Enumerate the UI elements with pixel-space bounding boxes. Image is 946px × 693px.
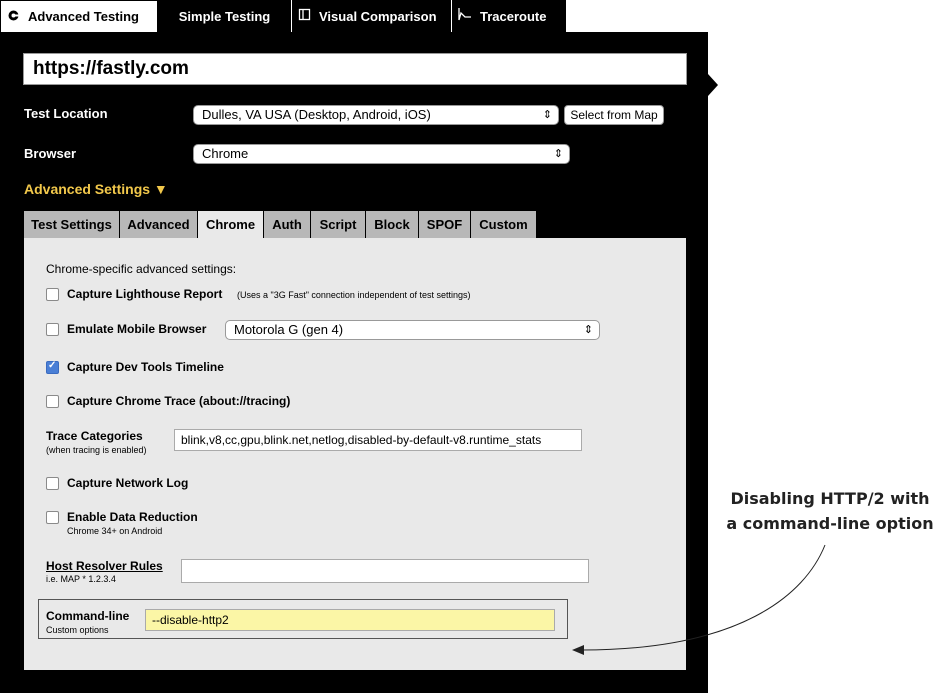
tab-script[interactable]: Script	[311, 211, 366, 238]
tab-spof[interactable]: SPOF	[419, 211, 471, 238]
tab-test-settings[interactable]: Test Settings	[24, 211, 120, 238]
chrome-settings-heading: Chrome-specific advanced settings:	[46, 262, 237, 276]
lighthouse-label: Capture Lighthouse Report	[67, 287, 223, 301]
tab-auth[interactable]: Auth	[264, 211, 311, 238]
trace-categories-label: Trace Categories	[46, 429, 143, 443]
tab-label: Traceroute	[480, 8, 547, 24]
tab-label: Simple Testing	[178, 8, 271, 24]
advanced-settings-toggle[interactable]: Advanced Settings ▼	[24, 181, 168, 197]
trace-icon	[458, 8, 472, 24]
command-line-note: Custom options	[46, 625, 109, 635]
mobile-device-select[interactable]: Motorola G (gen 4) ⇕	[225, 320, 600, 340]
trace-categories-note: (when tracing is enabled)	[46, 445, 147, 455]
chrome-trace-checkbox[interactable]	[46, 395, 59, 408]
command-line-input[interactable]: --disable-http2	[145, 609, 555, 631]
chrome-trace-label: Capture Chrome Trace (about://tracing)	[67, 394, 291, 408]
trace-categories-input[interactable]: blink,v8,cc,gpu,blink.net,netlog,disable…	[174, 429, 582, 451]
tab-traceroute[interactable]: Traceroute	[452, 0, 567, 32]
gear-icon	[7, 9, 20, 25]
annotation-callout: Disabling HTTP/2 with a command-line opt…	[714, 486, 946, 536]
select-arrows-icon: ⇕	[542, 109, 552, 121]
select-from-map-button[interactable]: Select from Map	[564, 105, 664, 125]
document-icon	[298, 8, 311, 24]
host-resolver-input[interactable]	[181, 559, 589, 583]
lighthouse-checkbox[interactable]	[46, 288, 59, 301]
annotation-arrow	[572, 544, 826, 655]
data-reduction-label: Enable Data Reduction	[67, 510, 198, 524]
host-resolver-note: i.e. MAP * 1.2.3.4	[46, 574, 116, 584]
devtools-timeline-checkbox[interactable]	[46, 360, 59, 374]
annotation-line-1: Disabling HTTP/2 with	[730, 489, 930, 508]
select-arrows-icon: ⇕	[553, 148, 563, 160]
devtools-timeline-label: Capture Dev Tools Timeline	[67, 360, 224, 374]
panel-pointer	[708, 74, 718, 96]
test-location-label: Test Location	[24, 106, 108, 121]
tab-simple-testing[interactable]: Simple Testing	[158, 0, 292, 32]
tab-visual-comparison[interactable]: Visual Comparison	[292, 0, 452, 32]
tab-chrome[interactable]: Chrome	[198, 211, 264, 238]
tab-advanced-testing[interactable]: Advanced Testing	[0, 0, 158, 32]
tab-label: Visual Comparison	[319, 8, 437, 24]
lighthouse-note: (Uses a "3G Fast" connection independent…	[237, 290, 471, 300]
tab-block[interactable]: Block	[366, 211, 419, 238]
data-reduction-note: Chrome 34+ on Android	[67, 526, 163, 536]
test-location-select[interactable]: Dulles, VA USA (Desktop, Android, iOS) ⇕	[193, 105, 559, 125]
tab-advanced[interactable]: Advanced	[120, 211, 198, 238]
host-resolver-link[interactable]: Host Resolver Rules	[46, 559, 163, 573]
emulate-mobile-label: Emulate Mobile Browser	[67, 322, 207, 336]
network-log-label: Capture Network Log	[67, 476, 189, 490]
url-input[interactable]: https://fastly.com	[23, 53, 687, 85]
select-arrows-icon: ⇕	[583, 324, 593, 336]
browser-value: Chrome	[202, 146, 249, 161]
annotation-line-2: a command-line option	[726, 514, 934, 533]
command-line-label: Command-line	[46, 609, 130, 623]
browser-label: Browser	[24, 146, 77, 161]
data-reduction-checkbox[interactable]	[46, 511, 59, 524]
tab-custom[interactable]: Custom	[471, 211, 537, 238]
test-location-value: Dulles, VA USA (Desktop, Android, iOS)	[202, 107, 431, 122]
tab-label: Advanced Testing	[28, 9, 140, 24]
network-log-checkbox[interactable]	[46, 477, 59, 490]
browser-select[interactable]: Chrome ⇕	[193, 144, 570, 164]
emulate-mobile-checkbox[interactable]	[46, 323, 59, 336]
mobile-device-value: Motorola G (gen 4)	[234, 322, 344, 337]
